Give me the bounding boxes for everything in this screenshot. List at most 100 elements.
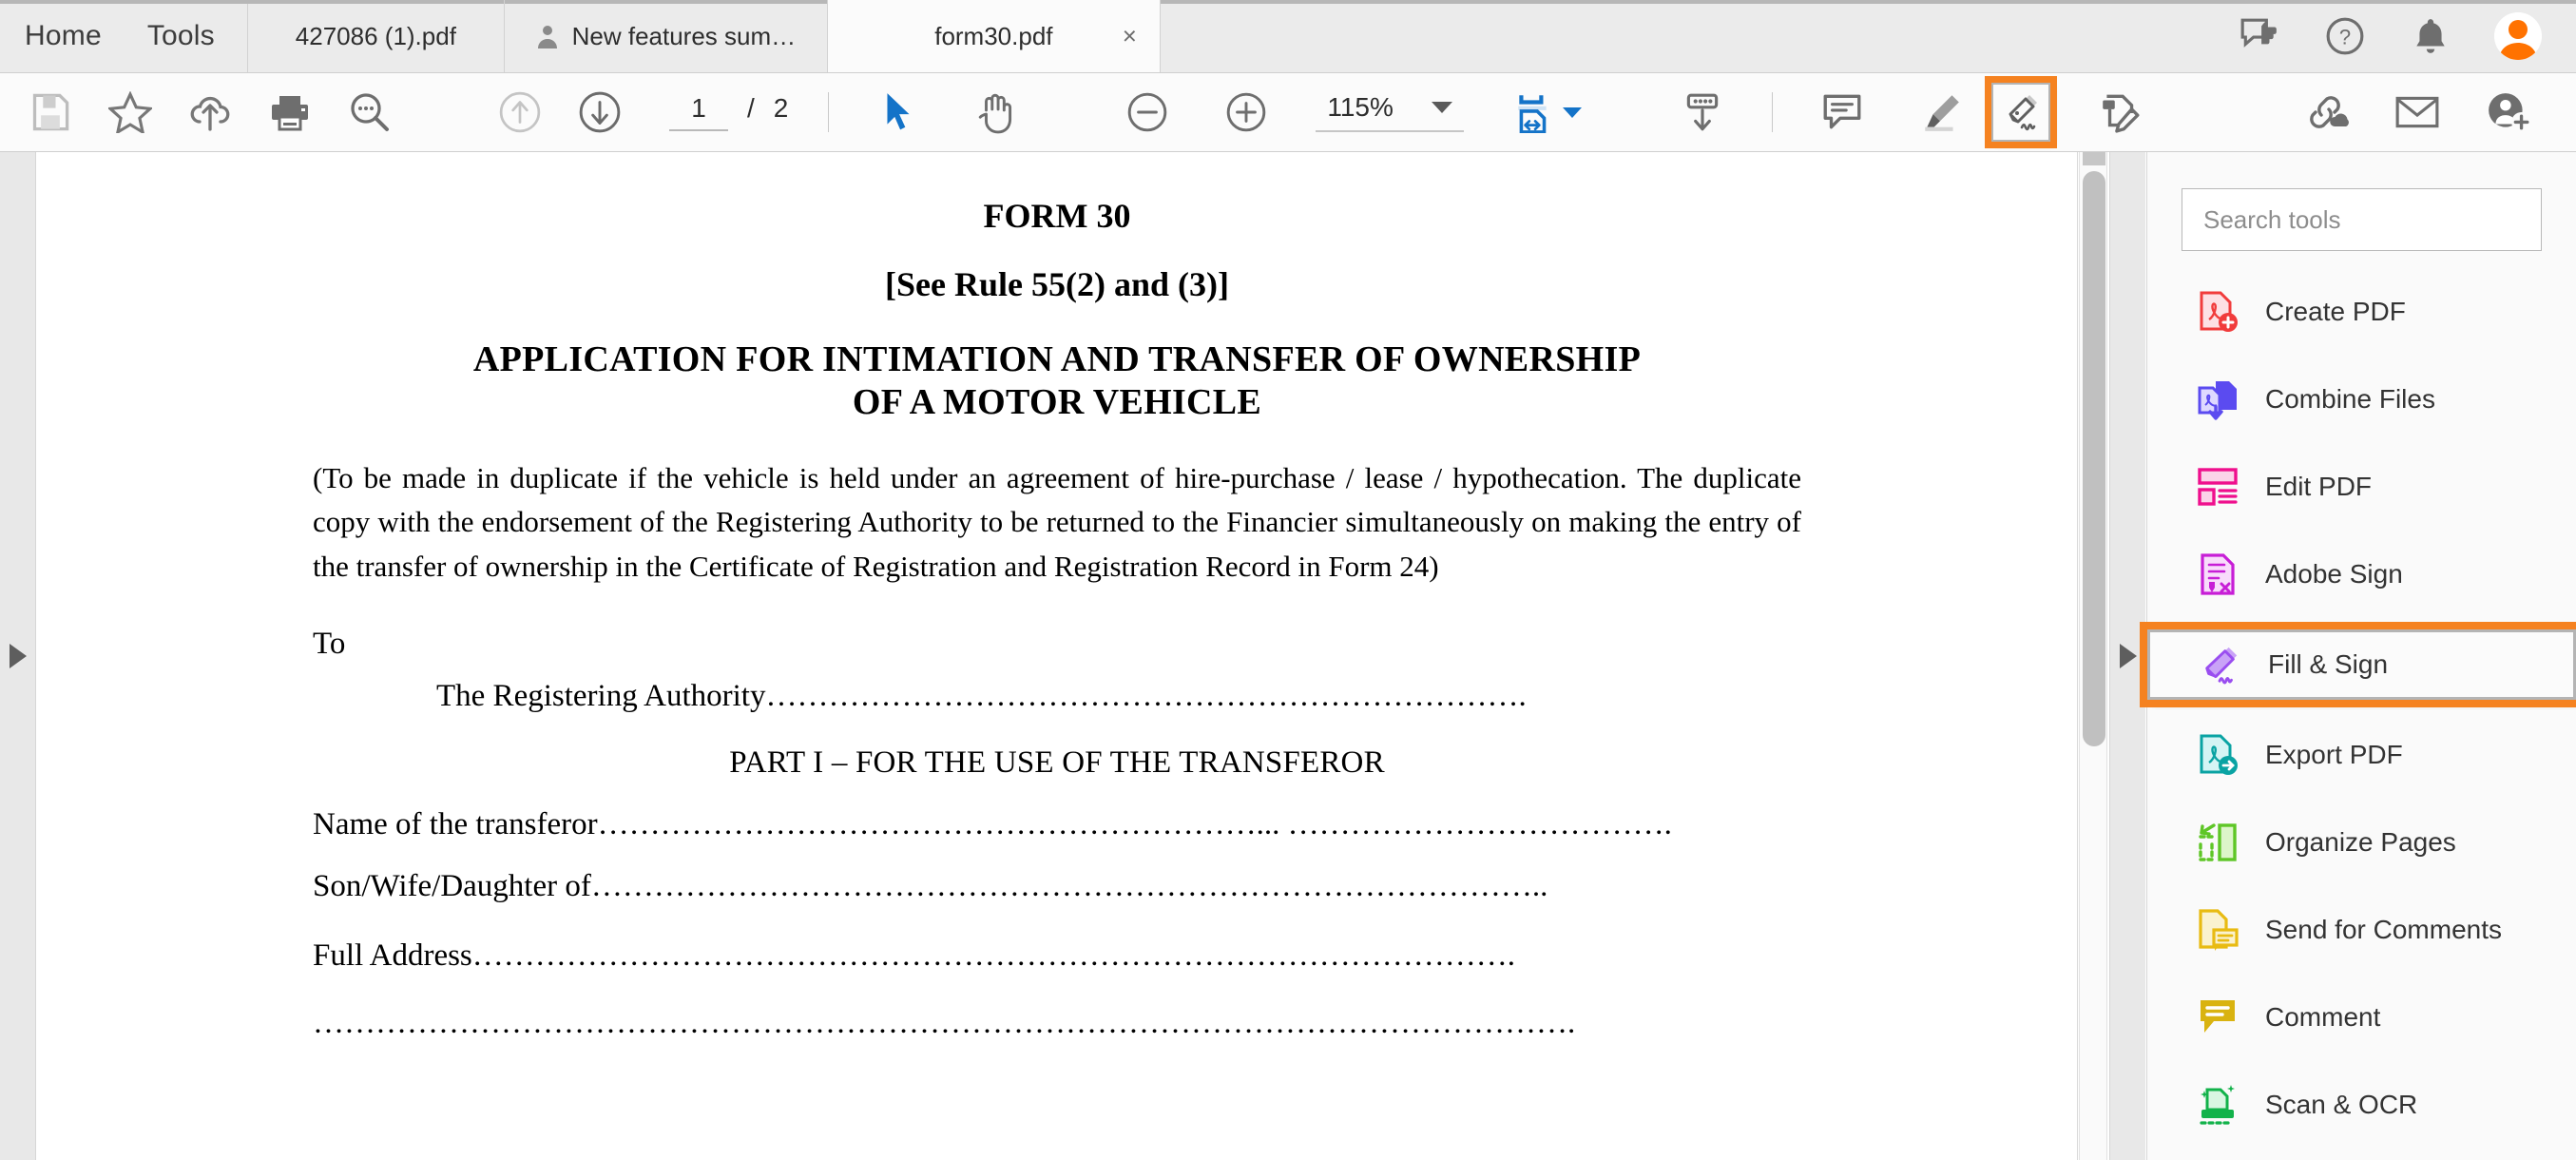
page-navigation: 1 / 2 bbox=[669, 93, 788, 131]
document-tab-label: New features sum… bbox=[571, 21, 797, 50]
doc-field-address: Full Address…………………………………………………………………………… bbox=[313, 938, 1516, 974]
upload-to-cloud-icon[interactable] bbox=[181, 83, 240, 142]
search-input[interactable] bbox=[2203, 204, 2520, 235]
chevron-down-blue-icon[interactable] bbox=[1562, 106, 1582, 118]
document-tab-3-active[interactable]: form30.pdf × bbox=[827, 0, 1161, 72]
vertical-scrollbar[interactable] bbox=[2079, 152, 2107, 1160]
right-panel-expand-button[interactable] bbox=[2109, 152, 2145, 1160]
zoom-level-value: 115% bbox=[1327, 92, 1394, 122]
save-file-icon[interactable] bbox=[21, 83, 80, 142]
organize-pages-icon bbox=[2197, 822, 2239, 863]
doc-rule-reference: [See Rule 55(2) and (3)] bbox=[885, 265, 1229, 303]
zoom-level-control[interactable]: 115% bbox=[1316, 92, 1464, 132]
toolbar-separator bbox=[1771, 92, 1773, 132]
search-tools-box[interactable] bbox=[2182, 188, 2542, 251]
share-link-icon[interactable] bbox=[2297, 83, 2355, 142]
tool-item-fill-and-sign[interactable]: Fill & Sign bbox=[2140, 622, 2576, 707]
tab-bar: Home Tools 427086 (1).pdf New features s… bbox=[0, 0, 2576, 73]
close-tab-icon[interactable]: × bbox=[1123, 22, 1137, 51]
doc-title-line-1: APPLICATION FOR INTIMATION AND TRANSFER … bbox=[472, 339, 1642, 379]
tool-item-label: Combine Files bbox=[2265, 384, 2435, 414]
document-area: FORM 30 [See Rule 55(2) and (3)] APPLICA… bbox=[0, 152, 2576, 1160]
select-tool-icon[interactable] bbox=[869, 83, 928, 142]
tool-item-label: Comment bbox=[2265, 1002, 2381, 1032]
triangle-right-icon bbox=[9, 644, 27, 668]
total-pages-label: 2 bbox=[773, 93, 789, 123]
doc-preamble: (To be made in duplicate if the vehicle … bbox=[313, 460, 1801, 583]
help-icon[interactable]: ? bbox=[2323, 14, 2367, 58]
invite-people-icon[interactable] bbox=[2479, 83, 2538, 142]
zoom-in-icon[interactable] bbox=[1217, 83, 1276, 142]
adobe-sign-icon bbox=[2197, 553, 2239, 595]
tool-item-edit-pdf[interactable]: Edit PDF bbox=[2147, 454, 2576, 519]
document-tab-label: form30.pdf bbox=[934, 21, 1053, 50]
tool-item-label: Fill & Sign bbox=[2268, 649, 2389, 679]
tool-item-label: Edit PDF bbox=[2265, 472, 2373, 501]
tool-item-send-for-comments[interactable]: Send for Comments bbox=[2147, 898, 2576, 962]
tool-item-label: Send for Comments bbox=[2265, 915, 2502, 944]
doc-field-relation: Son/Wife/Daughter of……………………………………………………… bbox=[313, 869, 1548, 904]
highlighter-icon[interactable] bbox=[1912, 83, 1970, 142]
tool-item-label: Create PDF bbox=[2265, 297, 2406, 326]
zoom-out-icon[interactable] bbox=[1118, 83, 1177, 142]
feedback-icon[interactable] bbox=[2238, 14, 2281, 58]
add-to-favorites-star-icon[interactable] bbox=[101, 83, 160, 142]
send-for-comments-icon bbox=[2197, 909, 2239, 951]
tool-item-adobe-sign[interactable]: Adobe Sign bbox=[2147, 542, 2576, 607]
fit-page-width-icon[interactable] bbox=[1504, 83, 1563, 142]
doc-field-address-continued: …………………………………………………………………………………………………………… bbox=[313, 1006, 1576, 1041]
tools-panel: Create PDF Combine Files bbox=[2140, 152, 2576, 1160]
triangle-right-icon bbox=[2119, 644, 2137, 668]
hand-tool-icon[interactable] bbox=[968, 83, 1027, 142]
toolbar-separator bbox=[828, 92, 830, 132]
combine-files-icon bbox=[2197, 378, 2239, 420]
acrobat-window: Home Tools 427086 (1).pdf New features s… bbox=[0, 0, 2576, 1160]
export-pdf-icon bbox=[2197, 734, 2239, 776]
chevron-down-icon[interactable] bbox=[1431, 102, 1452, 113]
pdf-page-view[interactable]: FORM 30 [See Rule 55(2) and (3)] APPLICA… bbox=[37, 152, 2078, 1160]
print-icon[interactable] bbox=[260, 83, 319, 142]
tabbar-right-icons: ? bbox=[2238, 0, 2576, 72]
page-scrolling-icon[interactable] bbox=[1673, 83, 1732, 142]
current-page-input[interactable]: 1 bbox=[669, 93, 728, 131]
tool-item-label: Organize Pages bbox=[2265, 827, 2456, 857]
scrollbar-thumb[interactable] bbox=[2083, 171, 2105, 746]
svg-text:?: ? bbox=[2339, 25, 2351, 48]
main-toolbar: 1 / 2 115% bbox=[0, 73, 2576, 152]
tool-item-label: Adobe Sign bbox=[2265, 559, 2403, 589]
document-tab-1[interactable]: 427086 (1).pdf bbox=[248, 0, 505, 72]
email-icon[interactable] bbox=[2388, 83, 2447, 142]
tools-menu[interactable]: Tools bbox=[147, 20, 215, 52]
next-page-icon[interactable] bbox=[570, 83, 629, 142]
tool-item-label: Scan & OCR bbox=[2265, 1090, 2418, 1119]
doc-title-line-2: OF A MOTOR VEHICLE bbox=[852, 381, 1262, 422]
tool-item-scan-and-ocr[interactable]: Scan & OCR bbox=[2147, 1073, 2576, 1137]
document-tab-2[interactable]: New features sum… bbox=[505, 0, 828, 72]
request-signatures-icon[interactable] bbox=[2090, 83, 2149, 142]
user-avatar[interactable] bbox=[2494, 12, 2542, 60]
tool-item-label: Export PDF bbox=[2265, 740, 2403, 769]
edit-pdf-icon bbox=[2197, 466, 2239, 508]
tool-item-comment[interactable]: Comment bbox=[2147, 985, 2576, 1050]
comment-icon bbox=[2197, 996, 2239, 1038]
toolbar-right-tools bbox=[2297, 83, 2576, 142]
tool-item-combine-files[interactable]: Combine Files bbox=[2147, 367, 2576, 432]
find-text-icon[interactable] bbox=[340, 83, 399, 142]
tool-item-create-pdf[interactable]: Create PDF bbox=[2147, 280, 2576, 344]
doc-field-name: Name of the transferor………………………………………………… bbox=[313, 807, 1672, 842]
left-panel-expand-button[interactable] bbox=[0, 152, 36, 1160]
doc-to-label: To bbox=[313, 627, 346, 662]
scrollbar-track-top[interactable] bbox=[2083, 152, 2105, 165]
create-pdf-icon bbox=[2197, 291, 2239, 333]
previous-page-icon[interactable] bbox=[490, 83, 549, 142]
doc-part-heading: PART I – FOR THE USE OF THE TRANSFEROR bbox=[729, 745, 1385, 781]
tool-item-organize-pages[interactable]: Organize Pages bbox=[2147, 810, 2576, 875]
shared-person-icon bbox=[536, 24, 559, 48]
tool-item-export-pdf[interactable]: Export PDF bbox=[2147, 723, 2576, 787]
scan-and-ocr-icon bbox=[2197, 1084, 2239, 1126]
home-menu[interactable]: Home bbox=[25, 20, 102, 52]
notifications-bell-icon[interactable] bbox=[2409, 14, 2452, 58]
add-comment-icon[interactable] bbox=[1813, 83, 1872, 142]
fill-and-sign-toolbar-button[interactable] bbox=[1984, 76, 2057, 148]
doc-registering-authority-field: The Registering Authority………………………………………… bbox=[436, 679, 1527, 714]
